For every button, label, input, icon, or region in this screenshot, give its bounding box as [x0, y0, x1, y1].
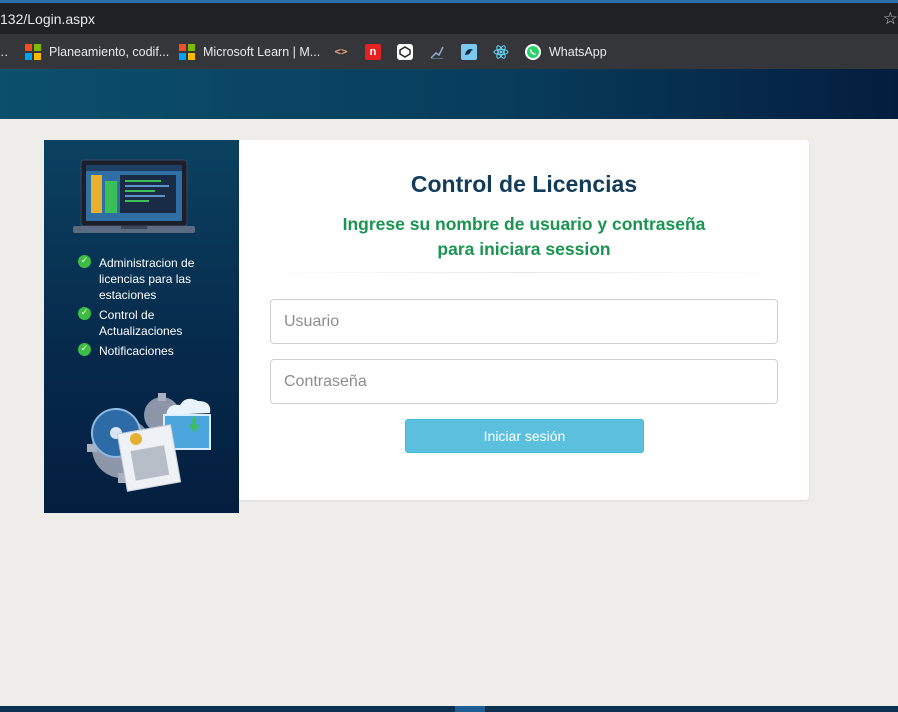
react-icon	[493, 44, 509, 60]
feature-label: Notificaciones	[99, 344, 174, 358]
bookmark-label: Planeamiento, codif...	[49, 44, 170, 59]
bookmark-planeamiento[interactable]: Planeamiento, codif...	[25, 34, 169, 69]
bookmark-microsoft-learn[interactable]: Microsoft Learn | M...	[179, 34, 320, 69]
address-bar[interactable]: 132/Login.aspx ☆	[0, 3, 898, 34]
password-input[interactable]	[270, 359, 778, 404]
divider	[270, 272, 778, 273]
microsoft-icon	[179, 43, 195, 60]
feature-item: ✓ Administracion de licencias para las e…	[78, 255, 238, 303]
bird-icon	[461, 43, 477, 60]
login-instructions: Ingrese su nombre de usuario y contraseñ…	[342, 214, 706, 259]
feature-label: Control de Actualizaciones	[99, 308, 183, 338]
feature-item: ✓ Notificaciones	[78, 343, 238, 359]
chart-icon	[429, 44, 445, 60]
software-license-illustration-icon	[87, 393, 211, 492]
bookmark-code[interactable]: <>	[333, 34, 349, 69]
microsoft-icon	[25, 43, 41, 60]
bookmark-bird[interactable]	[461, 34, 477, 69]
feature-list: ✓ Administracion de licencias para las e…	[78, 255, 238, 363]
code-icon: <>	[334, 45, 348, 58]
check-circle-icon: ✓	[78, 343, 91, 356]
username-input[interactable]	[270, 299, 778, 344]
login-card: Control de Licencias Ingrese su nombre d…	[239, 140, 809, 500]
bookmark-cube[interactable]	[397, 34, 413, 69]
page-header-band	[0, 69, 898, 119]
bookmark-n[interactable]: n	[365, 34, 381, 69]
bookmark-chart[interactable]	[429, 34, 445, 69]
check-circle-icon: ✓	[78, 307, 91, 320]
whatsapp-icon	[525, 43, 541, 60]
cube-icon	[397, 43, 413, 60]
bookmarks-bar: … Planeamiento, codif... Microsoft Learn…	[0, 34, 898, 69]
login-button[interactable]: Iniciar sesión	[405, 419, 644, 453]
bookmark-label: WhatsApp	[549, 44, 607, 59]
bookmark-star-icon[interactable]: ☆	[883, 9, 898, 29]
bookmark-overflow[interactable]: …	[0, 34, 9, 69]
feature-item: ✓ Control de Actualizaciones	[78, 307, 238, 339]
feature-label: Administracion de licencias para las est…	[99, 256, 195, 302]
page-title: Control de Licencias	[410, 171, 638, 197]
ellipsis-icon: …	[0, 45, 9, 59]
bookmark-whatsapp[interactable]: WhatsApp	[525, 34, 607, 69]
check-circle-icon: ✓	[78, 255, 91, 268]
info-panel: ✓ Administracion de licencias para las e…	[44, 140, 239, 513]
taskbar-active-segment	[455, 706, 485, 712]
bookmark-label: Microsoft Learn | M...	[203, 44, 321, 59]
laptop-icon	[73, 159, 195, 233]
red-n-icon: n	[365, 43, 381, 60]
url-text[interactable]: 132/Login.aspx	[0, 11, 95, 27]
taskbar-strip	[0, 706, 898, 712]
bookmark-react[interactable]	[493, 34, 509, 69]
